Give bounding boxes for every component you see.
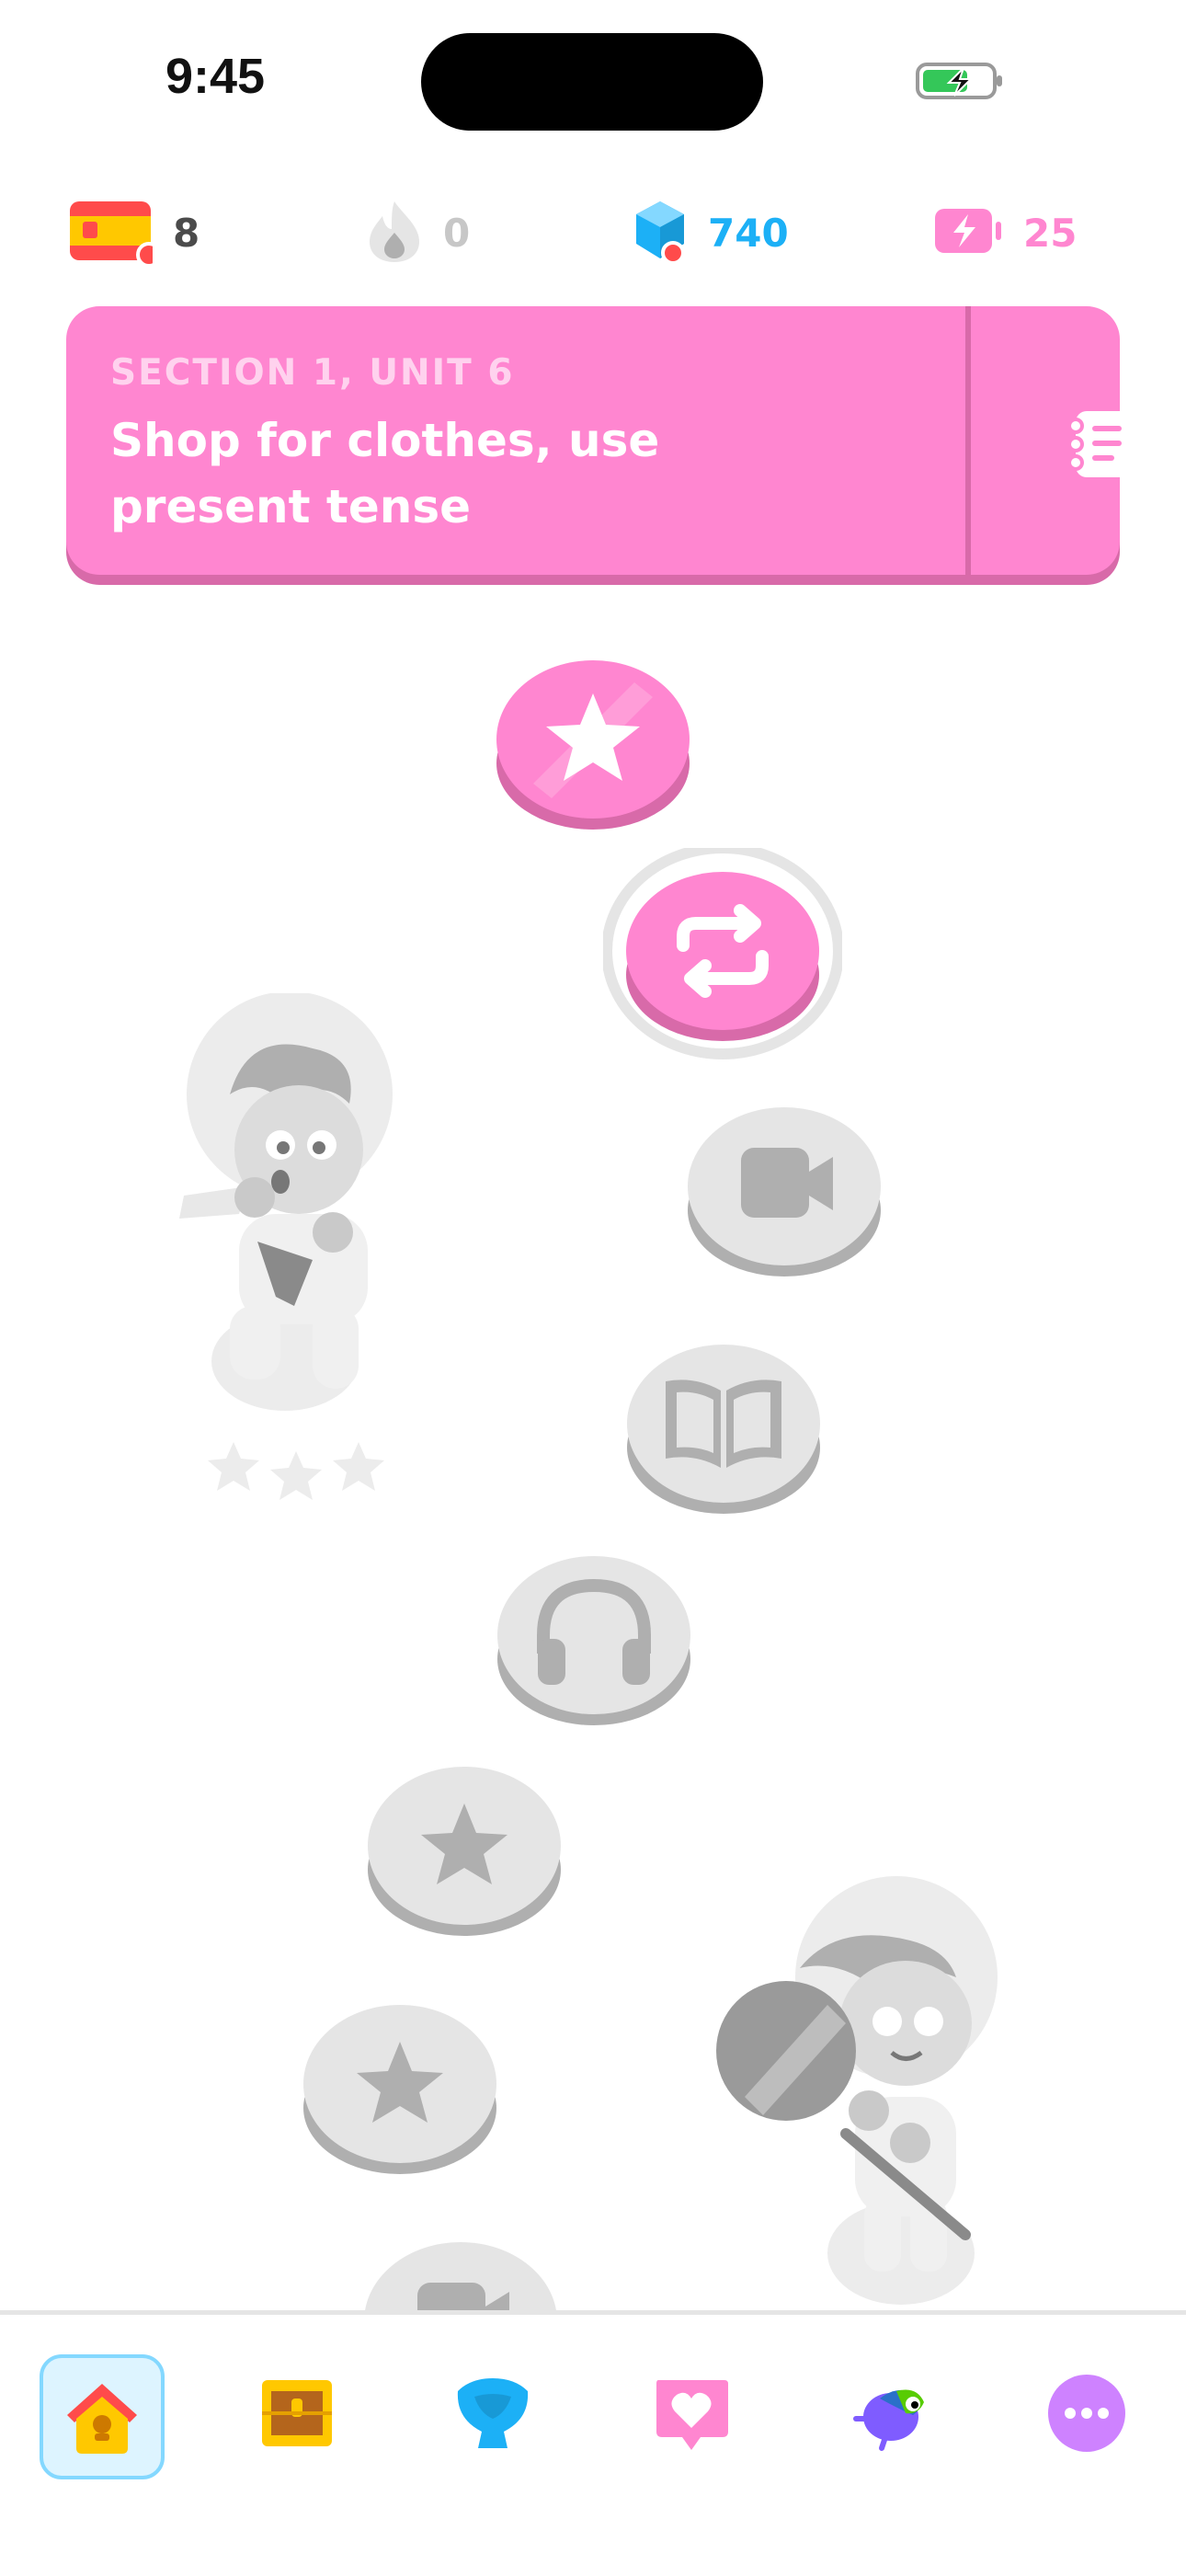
section-label: SECTION 1, UNIT 6	[110, 352, 515, 394]
astronaut-guitar-character	[708, 1876, 1011, 2318]
treasure-chest-icon	[262, 2380, 332, 2446]
lesson-node-listening-locked[interactable]	[497, 1551, 690, 1731]
banner-divider	[965, 306, 971, 575]
energy-battery-icon	[933, 198, 1003, 268]
energy-count: 25	[1023, 210, 1078, 256]
home-icon	[67, 2384, 137, 2454]
lesson-node-star-completed[interactable]	[496, 655, 690, 835]
unit-title: Shop for clothes, use present tense	[110, 414, 660, 533]
lesson-node-star-locked[interactable]	[368, 1761, 561, 1941]
lesson-node-story-locked[interactable]	[627, 1339, 820, 1519]
star-icon	[270, 1451, 322, 1500]
status-time: 9:45	[165, 49, 266, 104]
nav-leagues-button[interactable]	[434, 2354, 552, 2472]
energy-counter[interactable]: 25	[933, 198, 1077, 268]
bottom-nav	[0, 2310, 1186, 2576]
more-dots-icon	[1048, 2375, 1125, 2452]
nav-practice-hub-button[interactable]	[832, 2354, 950, 2472]
star-icon	[333, 1442, 384, 1491]
course-selector[interactable]: 8	[70, 198, 200, 268]
battery-charging-icon	[916, 61, 1004, 101]
nav-chest-button[interactable]	[238, 2354, 356, 2472]
lesson-node-practice-active[interactable]	[626, 866, 819, 1047]
gems-counter[interactable]: 740	[633, 198, 789, 268]
character-stars	[202, 1435, 395, 1508]
star-icon	[208, 1442, 259, 1491]
dynamic-island	[421, 33, 763, 131]
gems-count: 740	[708, 210, 789, 256]
nav-health-button[interactable]	[633, 2354, 750, 2472]
unit-banner[interactable]: SECTION 1, UNIT 6 Shop for clothes, use …	[66, 306, 1133, 575]
leagues-shield-icon	[457, 2378, 529, 2448]
lesson-node-video-locked[interactable]	[688, 1102, 881, 1282]
karate-character	[175, 991, 414, 1508]
bird-practice-icon	[853, 2389, 924, 2451]
guidebook-icon[interactable]	[1063, 406, 1142, 483]
heart-bubble-icon	[656, 2380, 728, 2450]
gem-icon	[633, 198, 688, 268]
nav-home-button[interactable]	[40, 2354, 165, 2479]
flame-icon	[366, 198, 423, 268]
spain-flag-icon	[70, 198, 162, 268]
course-count: 8	[173, 210, 200, 256]
nav-more-button[interactable]	[1028, 2354, 1146, 2472]
streak-count: 0	[443, 210, 471, 256]
lesson-node-star-locked[interactable]	[303, 1999, 496, 2180]
streak-counter[interactable]: 0	[366, 198, 470, 268]
